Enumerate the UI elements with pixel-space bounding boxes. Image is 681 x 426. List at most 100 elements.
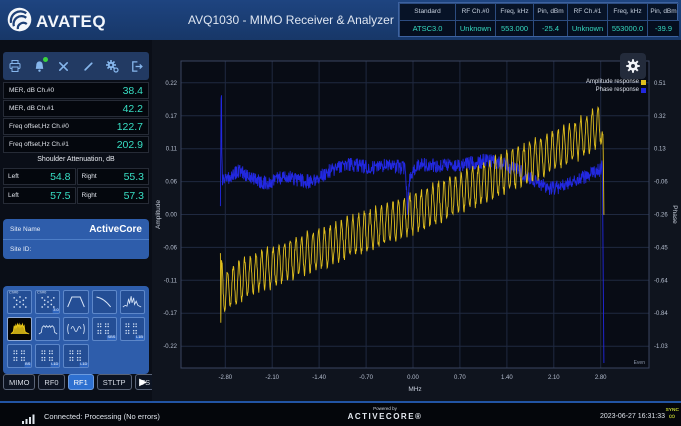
shoulder-cell: Right 55.3 xyxy=(76,168,149,185)
shoulder-value: 57.3 xyxy=(123,189,144,202)
clock-timestamp: 2023-06-27 16:31:33 xyxy=(600,413,665,420)
status-col-value: 553.000 xyxy=(495,19,533,36)
status-col-value: Unknown xyxy=(455,19,495,36)
view-tile-qam-grid-l1d[interactable]: L1D xyxy=(35,344,61,368)
svg-text:2.80: 2.80 xyxy=(595,375,607,381)
legend-label: Phase response xyxy=(595,87,639,93)
tab-rf0[interactable]: RF0 xyxy=(38,374,65,390)
powered-by-text: Powered by xyxy=(373,406,397,412)
svg-text:-0.45: -0.45 xyxy=(654,245,668,251)
channel-tabs: MIMO RF0 RF1 STLTP TS xyxy=(3,374,157,390)
tab-rf1[interactable]: RF1 xyxy=(67,374,94,390)
view-tile-qam-grid-l1b[interactable]: L1B xyxy=(119,317,145,341)
svg-text:-1.03: -1.03 xyxy=(654,344,668,350)
view-tile-channel-mask[interactable] xyxy=(63,290,89,314)
powered-by-logo: Powered by ACTIVECORE® xyxy=(330,406,440,421)
measurement-row-3: Freq offset,Hz Ch.#1 202.9 xyxy=(3,136,149,153)
view-tile-rolloff-curve[interactable] xyxy=(91,290,117,314)
site-name-label: Site Name xyxy=(10,225,41,233)
svg-text:0.00: 0.00 xyxy=(165,213,177,219)
svg-text:-0.22: -0.22 xyxy=(163,344,177,350)
status-col-header: Freq, kHz xyxy=(495,3,533,20)
tab-mimo[interactable]: MIMO xyxy=(3,374,36,390)
status-col-header: Pin, dBm xyxy=(533,3,567,20)
svg-text:0.06: 0.06 xyxy=(165,180,177,186)
svg-text:-0.17: -0.17 xyxy=(163,311,177,317)
edit-button[interactable] xyxy=(79,57,97,75)
site-name-value: ActiveCore xyxy=(89,223,142,235)
tile-badge: BS xyxy=(24,362,32,367)
legend-swatch xyxy=(641,87,646,93)
exit-button[interactable] xyxy=(128,57,146,75)
svg-text:-0.26: -0.26 xyxy=(654,213,668,219)
tab-stltp[interactable]: STLTP xyxy=(96,374,132,390)
tile-badge: Ch#0 xyxy=(37,291,47,295)
view-tile-constellation-atsc3[interactable]: Ch#0 3.0 xyxy=(35,290,61,314)
shoulder-cell: Left 57.5 xyxy=(3,187,76,204)
tile-badge: L1D xyxy=(50,362,60,367)
status-col-value: -25.4 xyxy=(533,19,567,36)
signal-strength-icon xyxy=(22,411,35,426)
status-col-header: Standard xyxy=(399,3,455,20)
tile-badge: L1B xyxy=(135,335,144,340)
tile-badge: L1D xyxy=(79,362,88,367)
shoulder-row-1: Left 57.5 Right 57.3 xyxy=(3,187,149,204)
shoulder-label: Right xyxy=(81,173,97,180)
response-chart: -2.80 -2.10 -1.40 -0.70 0.00 0.70 1.40 2.10 2.80… xyxy=(155,60,678,393)
shoulder-cell: Right 57.3 xyxy=(76,187,149,204)
shoulder-cell: Left 54.8 xyxy=(3,168,76,185)
header-bar: AVATEQ AVQ1030 - MIMO Receiver & Analyze… xyxy=(0,0,681,40)
view-tile-spectrum-peaks[interactable] xyxy=(119,290,145,314)
alerts-button[interactable] xyxy=(30,57,49,75)
svg-text:-1.40: -1.40 xyxy=(312,375,326,381)
tools-button[interactable] xyxy=(55,57,73,75)
tabs-scroll-right-icon[interactable]: ▶ xyxy=(136,374,150,390)
measurement-label: MER, dB Ch.#1 xyxy=(9,105,55,112)
shoulder-label: Right xyxy=(81,192,97,199)
view-tile-impulse-response[interactable] xyxy=(63,317,89,341)
status-col-value: Unknown xyxy=(567,19,607,36)
svg-text:Amplitude: Amplitude xyxy=(155,200,162,229)
shoulder-label: Left xyxy=(8,173,19,180)
site-id-label: Site ID: xyxy=(10,246,32,253)
legend-item: Phase response xyxy=(586,86,646,94)
measurement-label: Freq offset,Hz Ch.#0 xyxy=(9,123,69,130)
view-tile-spectrum-shoulders[interactable] xyxy=(7,317,33,341)
svg-text:-0.70: -0.70 xyxy=(359,375,373,381)
measurement-value: 202.9 xyxy=(116,138,143,151)
settings-button[interactable] xyxy=(103,57,121,75)
view-tile-constellation-ch0[interactable]: Ch#0 xyxy=(7,290,33,314)
sync-label: SYNC xyxy=(665,407,679,413)
alerts-badge xyxy=(43,57,49,62)
svg-text:MHz: MHz xyxy=(408,386,421,393)
chart-legend: Amplitude response Phase response xyxy=(586,78,646,94)
svg-text:-2.10: -2.10 xyxy=(265,375,279,381)
view-selector-panel: Ch#0 Ch#0 3.0 SBS L1B BS L1D L1D xyxy=(3,286,149,374)
svg-text:Phase: Phase xyxy=(671,205,678,224)
measurement-value: 42.2 xyxy=(122,102,143,115)
status-col-header: Pin, dBm xyxy=(647,3,679,20)
status-bar: Connected: Processing (No errors) Powere… xyxy=(0,401,681,426)
svg-text:Even: Even xyxy=(634,360,646,366)
page-title: AVQ1030 - MIMO Receiver & Analyzer xyxy=(188,13,394,27)
svg-text:-0.64: -0.64 xyxy=(654,278,668,284)
status-col-value: -39.9 xyxy=(647,19,679,36)
tile-badge: SBS xyxy=(106,335,116,340)
status-col-value: 553000.0 xyxy=(607,19,647,36)
svg-text:-0.06: -0.06 xyxy=(654,180,668,186)
svg-text:-0.84: -0.84 xyxy=(654,311,668,317)
brand-name: AVATEQ xyxy=(36,12,107,31)
shoulder-row-0: Left 54.8 Right 55.3 xyxy=(3,168,149,185)
chart-settings-button[interactable] xyxy=(620,53,646,79)
connection-status: Connected: Processing (No errors) xyxy=(44,412,160,421)
shoulder-value: 55.3 xyxy=(123,170,144,183)
view-tile-qam-grid-bs[interactable]: BS xyxy=(7,344,33,368)
view-tile-spectrum-shoulders-alt[interactable] xyxy=(35,317,61,341)
sidebar: MER, dB Ch.#0 38.4 MER, dB Ch.#1 42.2 Freq o… xyxy=(0,40,157,401)
view-tile-qam-grid-sbs[interactable]: SBS xyxy=(91,317,117,341)
view-tile-qam-grid-l1d2[interactable]: L1D xyxy=(63,344,89,368)
status-col-header: Freq, kHz xyxy=(607,3,647,20)
measurement-row-1: MER, dB Ch.#1 42.2 xyxy=(3,100,149,117)
print-button[interactable] xyxy=(6,57,24,75)
measurement-label: Freq offset,Hz Ch.#1 xyxy=(9,141,69,148)
